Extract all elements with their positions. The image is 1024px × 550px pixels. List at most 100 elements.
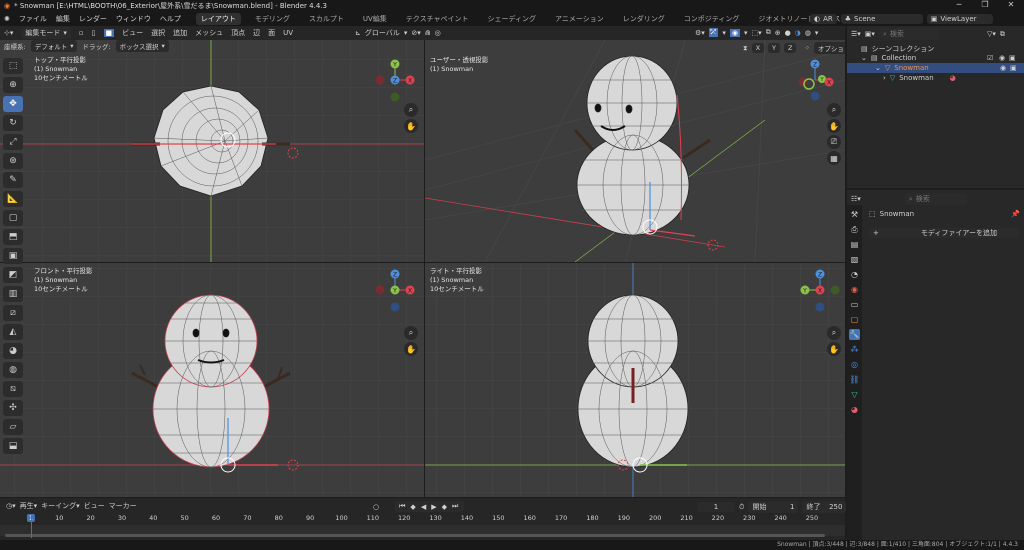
expand-icon[interactable]: ›: [883, 74, 886, 82]
menu-render[interactable]: レンダー: [79, 14, 107, 24]
object-tab-icon[interactable]: ▢: [849, 314, 860, 325]
nav-gizmo-user[interactable]: Z Y X: [795, 58, 845, 108]
pan-hand-icon[interactable]: ✋: [404, 342, 418, 356]
transform-tool-icon[interactable]: ⊛: [3, 153, 23, 169]
playback-menu[interactable]: 再生▾: [20, 501, 38, 511]
play-icon[interactable]: ▶: [431, 503, 438, 511]
render-tab-icon[interactable]: ⎙: [849, 224, 860, 235]
viewport-front[interactable]: フロント・平行投影 (1) Snowman 10センチメートル: [0, 263, 424, 497]
tab-rendering[interactable]: レンダリング: [618, 13, 670, 25]
current-frame-field[interactable]: 1: [697, 502, 735, 512]
collection-label[interactable]: Collection: [882, 54, 917, 62]
auto-merge-icon[interactable]: ⁘: [804, 44, 809, 52]
xray-toggle-icon[interactable]: ⧉: [766, 28, 771, 37]
menu-help[interactable]: ヘルプ: [160, 14, 181, 24]
pan-hand-icon[interactable]: ✋: [827, 342, 841, 356]
menu-edit[interactable]: 編集: [56, 14, 70, 24]
marker-menu[interactable]: マーカー: [109, 501, 137, 511]
menu-mesh[interactable]: メッシュ: [195, 28, 223, 38]
particles-tab-icon[interactable]: ⁂: [849, 344, 860, 355]
data-tab-icon[interactable]: ▽: [849, 389, 860, 400]
view-menu[interactable]: ビュー: [84, 501, 105, 511]
menu-window[interactable]: ウィンドウ: [116, 14, 151, 24]
menu-view[interactable]: ビュー: [122, 28, 143, 38]
cursor-tool-icon[interactable]: ⊕: [3, 77, 23, 93]
bevel-tool-icon[interactable]: ◩: [3, 267, 23, 283]
end-frame-field[interactable]: 終了 250: [802, 501, 847, 513]
mode-selector[interactable]: 編集モード ▾: [21, 27, 71, 39]
nav-gizmo-right[interactable]: Z Y X: [795, 268, 845, 318]
start-frame-field[interactable]: 開始 1: [748, 501, 799, 513]
scene-collection-label[interactable]: シーンコレクション: [872, 44, 935, 54]
viewport-right[interactable]: ライト・平行投影 (1) Snowman 10センチメートル: [425, 263, 845, 497]
eye-icon[interactable]: ◉: [1000, 64, 1006, 72]
prev-key-icon[interactable]: ◆: [410, 503, 417, 511]
menu-add[interactable]: 追加: [173, 28, 187, 38]
camera-icon[interactable]: ⎚: [827, 135, 841, 149]
filter-view-icon[interactable]: ▣▾: [865, 30, 875, 38]
tab-modeling[interactable]: モデリング: [250, 13, 295, 25]
properties-type-icon[interactable]: ☷▾: [851, 195, 861, 203]
move-tool-icon[interactable]: ✥: [3, 96, 23, 112]
keying-menu[interactable]: キーイング▾: [41, 501, 80, 511]
filter-icon[interactable]: ▽▾: [987, 30, 996, 38]
proportional-edit-icon[interactable]: ◎: [435, 29, 441, 37]
knife-tool-icon[interactable]: ⧄: [3, 305, 23, 321]
loop-cut-tool-icon[interactable]: ▥: [3, 286, 23, 302]
timeline-scrollbar[interactable]: [5, 534, 825, 537]
grid-icon[interactable]: ▦: [827, 151, 841, 165]
jump-start-icon[interactable]: ⏮: [399, 502, 407, 511]
menu-vertex[interactable]: 頂点: [231, 28, 245, 38]
play-reverse-icon[interactable]: ◀: [421, 503, 428, 511]
visibility-icon[interactable]: ⚙▾: [695, 29, 705, 37]
spin-tool-icon[interactable]: ◕: [3, 343, 23, 359]
tab-shading[interactable]: シェーディング: [483, 13, 542, 25]
outliner-row-selected[interactable]: ⌄ ▽ Snowman ◉ ▣: [847, 63, 1024, 73]
shrink-fatten-tool-icon[interactable]: ✣: [3, 400, 23, 416]
snap-icon[interactable]: ⋒: [425, 29, 431, 37]
collection-tab-icon[interactable]: ▭: [849, 299, 860, 310]
tab-uv-editing[interactable]: UV編集: [358, 13, 392, 25]
minimize-button[interactable]: ─: [946, 0, 972, 12]
scale-tool-icon[interactable]: ⤢: [3, 134, 23, 150]
menu-file[interactable]: ファイル: [19, 14, 47, 24]
tool-tab-icon[interactable]: ⚒: [849, 209, 860, 220]
tab-compositing[interactable]: コンポジティング: [679, 13, 745, 25]
checkbox-icon[interactable]: ☑: [987, 54, 993, 62]
pivot-icon[interactable]: ⊘▾: [411, 29, 420, 37]
material-tab-icon[interactable]: ◕: [849, 404, 860, 415]
pan-hand-icon[interactable]: ✋: [404, 119, 418, 133]
select-box-tool-icon[interactable]: ⬚: [3, 58, 23, 74]
close-button[interactable]: ✕: [998, 0, 1024, 12]
constraints-tab-icon[interactable]: ⛓: [849, 374, 860, 385]
gizmo-toggle-icon[interactable]: ⤱: [708, 28, 719, 37]
eye-icon[interactable]: ◉: [999, 54, 1005, 62]
mirror-y-toggle[interactable]: Y: [768, 43, 781, 53]
frame-ruler[interactable]: 1102030405060708090100110120130140150160…: [0, 514, 845, 524]
camera-render-icon[interactable]: ▣: [1009, 54, 1016, 62]
expand-icon[interactable]: ⌄: [875, 64, 881, 72]
shading-rendered-icon[interactable]: ◍: [805, 29, 811, 37]
poly-build-tool-icon[interactable]: ◭: [3, 324, 23, 340]
viewport-top[interactable]: トップ・平行投影 (1) Snowman 10センチメートル: [0, 40, 424, 262]
shading-material-icon[interactable]: ◑: [795, 29, 801, 37]
properties-search-input[interactable]: ⌕ 検索: [904, 193, 967, 205]
nav-gizmo-front[interactable]: Z X Y: [370, 268, 420, 318]
rotate-tool-icon[interactable]: ↻: [3, 115, 23, 131]
transform-orientation-dropdown[interactable]: グローバル: [365, 28, 400, 38]
menu-edge[interactable]: 辺: [253, 28, 260, 38]
scene-tab-icon[interactable]: ◔: [849, 269, 860, 280]
mirror-x-toggle[interactable]: X: [751, 43, 765, 53]
shear-tool-icon[interactable]: ▱: [3, 419, 23, 435]
drag-dropdown[interactable]: ボックス選択 ▾: [115, 40, 169, 52]
outliner-search-input[interactable]: ⌕ 検索: [878, 28, 939, 40]
zoom-icon[interactable]: ⌕: [404, 326, 418, 340]
scene-selector[interactable]: ♣ Scene: [840, 14, 923, 24]
annotate-tool-icon[interactable]: ✎: [3, 172, 23, 188]
tab-sculpt[interactable]: スカルプト: [304, 13, 349, 25]
mirror-z-toggle[interactable]: Z: [784, 43, 797, 53]
shading-wireframe-icon[interactable]: ⊕: [775, 29, 781, 37]
tab-texture-paint[interactable]: テクスチャペイント: [401, 13, 474, 25]
view-layer-tab-icon[interactable]: ▧: [849, 254, 860, 265]
select-mode-face-icon[interactable]: ■: [103, 29, 115, 37]
